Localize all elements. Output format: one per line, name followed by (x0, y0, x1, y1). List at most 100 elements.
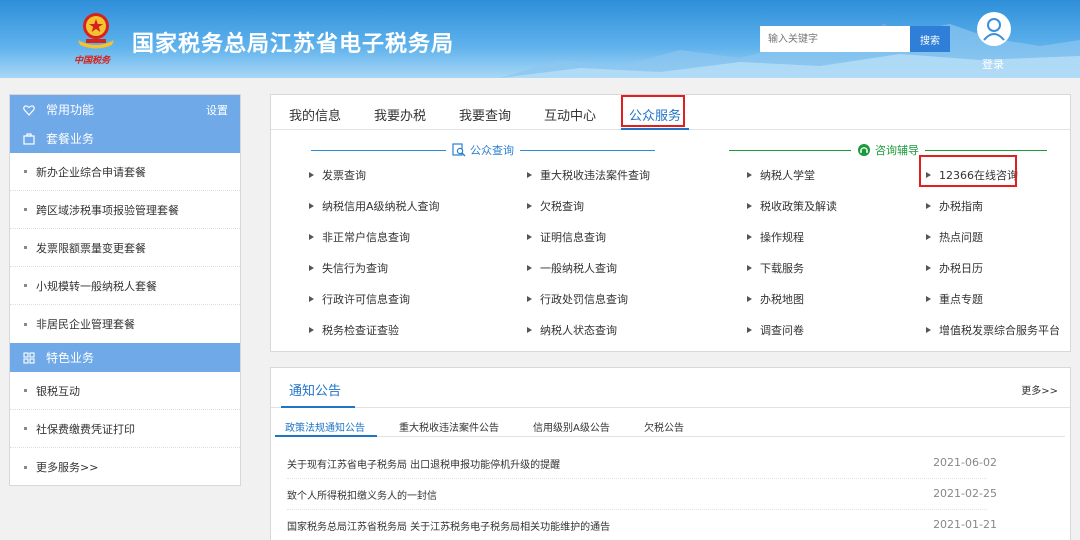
sidebar-item-social-security-print[interactable]: 社保费缴费凭证打印 (10, 410, 240, 448)
link-label: 发票查询 (322, 169, 366, 182)
sidebar-item-label: 跨区域涉税事项报验管理套餐 (36, 203, 179, 217)
sidebar-item-bank-tax[interactable]: 银税互动 (10, 372, 240, 410)
link-general-taxpayer-query[interactable]: 一般纳税人查询 (527, 260, 617, 276)
sidebar-item-small-to-general[interactable]: 小规模转一般纳税人套餐 (10, 267, 240, 305)
link-procedures[interactable]: 操作规程 (747, 229, 804, 245)
link-taxpayer-school[interactable]: 纳税人学堂 (747, 167, 815, 183)
sidebar-item-nonresident[interactable]: 非居民企业管理套餐 (10, 305, 240, 343)
link-vat-invoice-platform[interactable]: 增值税发票综合服务平台 (926, 322, 1060, 338)
subtab-major-violation[interactable]: 重大税收违法案件公告 (399, 419, 499, 434)
bullet-icon (24, 322, 27, 326)
package-section-header[interactable]: 套餐业务 (10, 124, 240, 153)
link-tax-calendar[interactable]: 办税日历 (926, 260, 983, 276)
link-major-violation-query[interactable]: 重大税收违法案件查询 (527, 167, 650, 183)
sidebar-item-cross-region[interactable]: 跨区域涉税事项报验管理套餐 (10, 191, 240, 229)
special-section-label: 特色业务 (46, 351, 95, 365)
link-label: 增值税发票综合服务平台 (939, 324, 1060, 337)
subtab-tax-arrears[interactable]: 欠税公告 (644, 419, 684, 434)
settings-link[interactable]: 设置 (206, 102, 228, 118)
sidebar-item-label: 银税互动 (36, 384, 80, 398)
more-notices-link[interactable]: 更多>> (1021, 382, 1058, 397)
link-invoice-query[interactable]: 发票查询 (309, 167, 366, 183)
link-label: 纳税人状态查询 (540, 324, 617, 337)
notice-title[interactable]: 通知公告 (289, 380, 341, 399)
special-section-header[interactable]: 特色业务 (10, 343, 240, 372)
link-license-query[interactable]: 行政许可信息查询 (309, 291, 410, 307)
link-hot-issues[interactable]: 热点问题 (926, 229, 983, 245)
package-section-label: 套餐业务 (46, 132, 95, 146)
divider (287, 509, 987, 510)
link-tax-policy[interactable]: 税收政策及解读 (747, 198, 837, 214)
link-label: 办税指南 (939, 200, 983, 213)
sidebar-item-label: 社保费缴费凭证打印 (36, 422, 135, 436)
sidebar-item-more-services[interactable]: 更多服务>> (10, 448, 240, 486)
search-input[interactable] (760, 26, 910, 52)
brand-signature: 中国税务 (74, 56, 111, 66)
tab-interaction[interactable]: 互动中心 (544, 105, 596, 124)
notice-row-date: 2021-06-02 (933, 456, 997, 469)
sidebar-item-label: 小规模转一般纳税人套餐 (36, 279, 157, 293)
sidebar-item-new-enterprise[interactable]: 新办企业综合申请套餐 (10, 153, 240, 191)
public-query-title: 公众查询 (452, 142, 514, 158)
link-abnormal-query[interactable]: 非正常户信息查询 (309, 229, 410, 245)
active-tab-underline (621, 128, 689, 130)
heart-icon (22, 103, 36, 117)
sidebar-item-label: 新办企业综合申请套餐 (36, 165, 146, 179)
arrow-right-icon (747, 172, 752, 178)
link-certificate-query[interactable]: 证明信息查询 (527, 229, 606, 245)
link-label: 欠税查询 (540, 200, 584, 213)
link-label: 办税日历 (939, 262, 983, 275)
notice-row-date: 2021-02-25 (933, 487, 997, 500)
link-download-service[interactable]: 下载服务 (747, 260, 804, 276)
link-label: 一般纳税人查询 (540, 262, 617, 275)
link-label: 下载服务 (760, 262, 804, 275)
link-key-topics[interactable]: 重点专题 (926, 291, 983, 307)
consult-guide-label: 咨询辅导 (875, 144, 919, 157)
sidebar-item-label: 更多服务>> (36, 461, 99, 474)
arrow-right-icon (747, 296, 752, 302)
link-survey[interactable]: 调查问卷 (747, 322, 804, 338)
tab-my-info[interactable]: 我的信息 (289, 105, 341, 124)
public-query-label: 公众查询 (470, 144, 514, 157)
link-tax-map[interactable]: 办税地图 (747, 291, 804, 307)
notice-row[interactable]: 致个人所得税扣缴义务人的一封信 2021-02-25 (287, 487, 1063, 507)
divider (311, 149, 446, 151)
common-functions-header[interactable]: 常用功能 设置 (10, 95, 240, 124)
link-label: 非正常户信息查询 (322, 231, 410, 244)
link-penalty-query[interactable]: 行政处罚信息查询 (527, 291, 628, 307)
headset-icon (858, 144, 870, 156)
sidebar-item-invoice-limit[interactable]: 发票限额票量变更套餐 (10, 229, 240, 267)
site-header: 中国税务 国家税务总局江苏省电子税务局 搜索 登录 (0, 0, 1080, 78)
bullet-icon (24, 465, 27, 469)
tab-file-tax[interactable]: 我要办税 (374, 105, 426, 124)
link-inspection-verify[interactable]: 税务检查证查验 (309, 322, 399, 338)
divider (271, 407, 1070, 408)
consult-highlight-box (919, 155, 1017, 187)
arrow-right-icon (926, 327, 931, 333)
link-label: 证明信息查询 (540, 231, 606, 244)
subtab-policy-notices[interactable]: 政策法规通知公告 (285, 419, 365, 434)
link-tax-guide[interactable]: 办税指南 (926, 198, 983, 214)
sidebar-item-label: 非居民企业管理套餐 (36, 318, 135, 331)
link-label: 调查问卷 (760, 324, 804, 337)
notice-row[interactable]: 国家税务总局江苏省税务局 关于江苏税务电子税务局相关功能维护的通告 2021-0… (287, 518, 1063, 538)
search-button[interactable]: 搜索 (910, 26, 950, 52)
sidebar-item-label: 发票限额票量变更套餐 (36, 241, 146, 255)
tab-query[interactable]: 我要查询 (459, 105, 511, 124)
notice-row[interactable]: 关于现有江苏省电子税务局 出口退税申报功能停机升级的提醒 2021-06-02 (287, 456, 1063, 476)
arrow-right-icon (309, 327, 314, 333)
arrow-right-icon (747, 265, 752, 271)
consult-guide-title: 咨询辅导 (857, 142, 919, 158)
user-avatar-icon[interactable] (977, 12, 1011, 46)
notice-panel: 通知公告 更多>> 政策法规通知公告 重大税收违法案件公告 信用级别A级公告 欠… (270, 367, 1071, 540)
subtab-credit-a[interactable]: 信用级别A级公告 (533, 419, 610, 434)
link-dishonesty-query[interactable]: 失信行为查询 (309, 260, 388, 276)
link-label: 办税地图 (760, 293, 804, 306)
link-tax-arrears-query[interactable]: 欠税查询 (527, 198, 584, 214)
link-credit-a-query[interactable]: 纳税信用A级纳税人查询 (309, 198, 440, 214)
search-doc-icon (452, 143, 466, 157)
link-label: 失信行为查询 (322, 262, 388, 275)
login-link[interactable]: 登录 (982, 56, 1004, 72)
link-label: 纳税信用A级纳税人查询 (322, 200, 440, 213)
link-taxpayer-status-query[interactable]: 纳税人状态查询 (527, 322, 617, 338)
